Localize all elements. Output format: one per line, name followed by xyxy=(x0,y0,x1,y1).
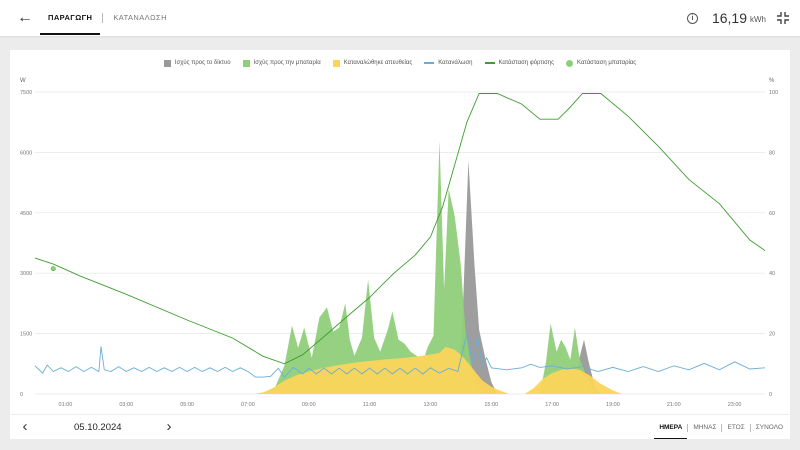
energy-total-value: 16,19 xyxy=(711,10,747,26)
x-tick-label: 01:00 xyxy=(59,402,73,408)
x-tick-label: 13:00 xyxy=(424,402,438,408)
x-tick-label: 09:00 xyxy=(302,402,316,408)
chart-card: Ισχύς προς το δίκτυο Ισχύς προς την μπατα… xyxy=(10,50,790,439)
x-tick-label: 11:00 xyxy=(363,402,376,408)
chevron-left-icon[interactable]: ‹ xyxy=(16,418,34,436)
y-tick-label-right: 20 xyxy=(769,332,775,338)
x-tick-label: 17:00 xyxy=(545,402,559,408)
x-tick-label: 07:00 xyxy=(241,402,255,408)
x-tick-label: 19:00 xyxy=(606,402,620,408)
x-tick-label: 23:00 xyxy=(728,402,742,408)
y-tick-label-left: 0 xyxy=(20,392,23,398)
y-tick-label-left: 6000 xyxy=(20,150,32,156)
info-icon[interactable]: i xyxy=(686,12,698,24)
state-of-charge-line xyxy=(34,93,766,365)
y-tick-label-right: 60 xyxy=(769,211,775,217)
chevron-right-icon[interactable]: › xyxy=(160,418,178,436)
period-separator xyxy=(749,423,751,432)
tab-separator xyxy=(102,13,104,23)
y-tick-label-left: 7500 xyxy=(20,90,32,96)
y-tick-label-right: 80 xyxy=(769,150,775,156)
energy-total-unit: kWh xyxy=(750,15,766,24)
period-separator xyxy=(721,423,723,432)
tab-production[interactable]: ΠΑΡΑΓΩΓΗ xyxy=(39,0,101,36)
y-tick-label-left: 1500 xyxy=(20,332,32,338)
period-tab-day[interactable]: ΗΜΕΡΑ xyxy=(654,415,688,440)
period-tabs: ΗΜΕΡΑ ΜΗΝΑΣ ΕΤΟΣ ΣΥΝΟΛΟ xyxy=(654,415,786,440)
y-tick-label-right: 0 xyxy=(769,392,772,398)
tab-consumption[interactable]: ΚΑΤΑΝΑΛΩΣΗ xyxy=(109,0,171,36)
y-axis-label-left: W xyxy=(20,78,26,84)
y-tick-label-left: 3000 xyxy=(20,271,32,277)
collapse-icon[interactable] xyxy=(776,11,790,25)
arrow-left-icon[interactable]: ← xyxy=(14,8,36,28)
x-tick-label: 21:00 xyxy=(667,402,681,408)
period-tab-total[interactable]: ΣΥΝΟΛΟ xyxy=(753,415,786,440)
energy-chart: 0 1500 3000 4500 6000 7500 0 20 40 60 80 100 W % 01:00… xyxy=(20,78,778,408)
period-separator xyxy=(687,423,689,432)
period-tab-year[interactable]: ΕΤΟΣ xyxy=(724,415,747,440)
battery-state-point xyxy=(50,266,56,272)
selected-date[interactable]: 05.10.2024 xyxy=(74,422,122,433)
y-tick-label-right: 40 xyxy=(769,271,775,277)
y-tick-label-right: 100 xyxy=(769,90,778,96)
period-tab-month[interactable]: ΜΗΝΑΣ xyxy=(690,415,719,440)
y-tick-label-left: 4500 xyxy=(20,211,32,217)
date-navigation-bar: ‹ 05.10.2024 › ΗΜΕΡΑ ΜΗΝΑΣ ΕΤΟΣ ΣΥΝΟΛΟ xyxy=(10,414,790,440)
energy-summary: i 16,19 kWh xyxy=(686,0,790,36)
view-tabs: ΠΑΡΑΓΩΓΗ ΚΑΤΑΝΑΛΩΣΗ xyxy=(39,0,171,36)
x-tick-label: 15:00 xyxy=(484,402,498,408)
y-axis-label-right: % xyxy=(769,78,775,84)
x-tick-label: 03:00 xyxy=(119,402,133,408)
top-bar: ← ΠΑΡΑΓΩΓΗ ΚΑΤΑΝΑΛΩΣΗ i 16,19 kWh xyxy=(0,0,800,36)
x-tick-label: 05:00 xyxy=(180,402,194,408)
